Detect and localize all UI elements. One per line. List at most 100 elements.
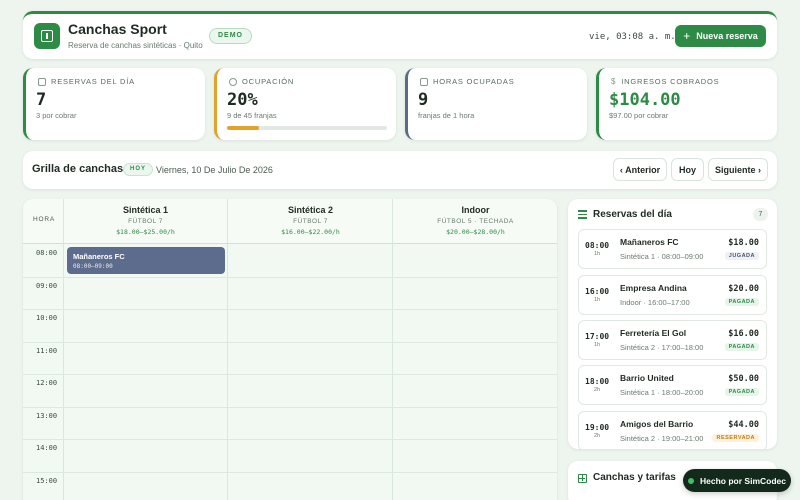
booking-slot[interactable]: Mañaneros FC 08:00–09:00 bbox=[67, 247, 225, 274]
hour-label: 08:00 bbox=[36, 249, 58, 257]
reservation-item[interactable]: 17:00 1h Ferretería El Gol Sintética 2 ·… bbox=[578, 320, 767, 360]
grid-title: Grilla de canchas bbox=[32, 163, 124, 175]
occupancy-progress-bar bbox=[227, 126, 387, 130]
reservation-price: $20.00 bbox=[728, 284, 759, 294]
court-rate: $18.00–$25.00/h bbox=[116, 228, 175, 236]
reservations-panel: Reservas del día 7 08:00 1h Mañaneros FC… bbox=[568, 199, 777, 449]
schedule-grid: HORA Sintética 1 FÚTBOL 7 $18.00–$25.00/… bbox=[23, 199, 557, 500]
reservation-name: Empresa Andina bbox=[620, 283, 687, 293]
reservation-duration: 1h bbox=[593, 251, 601, 257]
stat-label: INGRESOS COBRADOS bbox=[621, 77, 720, 86]
reservation-item[interactable]: 16:00 1h Empresa Andina Indoor · 16:00–1… bbox=[578, 275, 767, 315]
demo-badge: DEMO bbox=[209, 28, 252, 44]
court-type: FÚTBOL 7 bbox=[128, 218, 163, 225]
column-divider bbox=[392, 199, 393, 500]
grid-toolbar: Grilla de canchas HOY Viernes, 10 De Jul… bbox=[23, 151, 777, 189]
reservation-detail: Sintética 1 · 08:00–09:00 bbox=[620, 252, 704, 261]
hour-row-line bbox=[23, 277, 557, 278]
app-subtitle: Reserva de canchas sintéticas · Quito bbox=[68, 41, 203, 50]
hour-row-line bbox=[23, 342, 557, 343]
stat-label: RESERVAS DEL DÍA bbox=[51, 77, 135, 86]
new-reservation-label: Nueva reserva bbox=[696, 31, 758, 41]
new-reservation-button[interactable]: + Nueva reserva bbox=[675, 25, 766, 47]
next-day-button[interactable]: Siguiente › bbox=[708, 158, 768, 181]
plus-icon: + bbox=[683, 29, 691, 43]
stat-value: 20% bbox=[227, 90, 258, 110]
reservation-price: $44.00 bbox=[728, 420, 759, 430]
reservation-item[interactable]: 19:00 2h Amigos del Barrio Sintética 2 ·… bbox=[578, 411, 767, 449]
made-by-badge[interactable]: Hecho por SimCodec bbox=[683, 469, 791, 492]
column-divider bbox=[63, 199, 64, 500]
hour-row-line bbox=[23, 472, 557, 473]
stat-sub: 9 de 45 franjas bbox=[227, 111, 277, 120]
reservation-name: Ferretería El Gol bbox=[620, 328, 687, 338]
court-rate: $16.00–$22.00/h bbox=[281, 228, 340, 236]
court-name: Sintética 1 bbox=[122, 205, 169, 215]
app-title: Canchas Sport bbox=[68, 21, 167, 37]
reservation-status-badge: PAGADA bbox=[724, 343, 759, 351]
app-header: Canchas Sport Reserva de canchas sintéti… bbox=[23, 11, 777, 59]
hour-row-line bbox=[23, 407, 557, 408]
reservation-duration: 2h bbox=[593, 433, 601, 439]
hour-label: 15:00 bbox=[36, 477, 58, 485]
hour-row-line bbox=[23, 439, 557, 440]
stat-sub: franjas de 1 hora bbox=[418, 111, 475, 120]
clock: vie, 03:08 a. m. bbox=[589, 32, 676, 42]
reservation-price: $16.00 bbox=[728, 329, 759, 339]
calendar-icon bbox=[420, 77, 428, 86]
stat-value: 9 bbox=[418, 90, 429, 110]
stat-card-occupancy: OCUPACIÓN 20% 9 de 45 franjas bbox=[214, 68, 396, 140]
reservation-detail: Indoor · 16:00–17:00 bbox=[620, 298, 690, 307]
stat-card-income: $ INGRESOS COBRADOS $104.00 $97.00 por co… bbox=[596, 68, 777, 140]
reservation-time: 19:00 bbox=[585, 423, 610, 432]
reservations-count-badge: 7 bbox=[753, 208, 768, 221]
reservation-time: 17:00 bbox=[585, 332, 610, 341]
column-divider bbox=[227, 199, 228, 500]
previous-day-button[interactable]: ‹ Anterior bbox=[613, 158, 667, 181]
hour-row-line bbox=[23, 309, 557, 310]
today-button[interactable]: Hoy bbox=[671, 158, 704, 181]
hour-label: 09:00 bbox=[36, 282, 58, 290]
stat-value: $104.00 bbox=[609, 90, 681, 110]
stat-card-hours: HORAS OCUPADAS 9 franjas de 1 hora bbox=[405, 68, 587, 140]
hour-column-label: HORA bbox=[33, 216, 55, 223]
calendar-icon bbox=[38, 77, 46, 86]
courts-tariffs-title: Canchas y tarifas bbox=[593, 472, 676, 483]
court-name: Indoor bbox=[461, 205, 490, 215]
list-icon bbox=[578, 210, 587, 219]
stat-card-reservations: RESERVAS DEL DÍA 7 3 por cobrar bbox=[23, 68, 205, 140]
reservation-name: Barrio United bbox=[620, 373, 674, 383]
booking-slot-name: Mañaneros FC bbox=[73, 252, 125, 261]
reservation-time: 08:00 bbox=[585, 241, 610, 250]
occupancy-progress-fill bbox=[227, 126, 259, 130]
reservation-status-badge: JUGADA bbox=[724, 252, 759, 260]
reservation-name: Amigos del Barrio bbox=[620, 419, 694, 429]
reservation-time: 16:00 bbox=[585, 287, 610, 296]
hour-row-line bbox=[23, 374, 557, 375]
court-header-sintetica-1: Sintética 1 FÚTBOL 7 $18.00–$25.00/h bbox=[63, 199, 228, 244]
hour-label: 14:00 bbox=[36, 444, 58, 452]
reservation-detail: Sintética 2 · 19:00–21:00 bbox=[620, 434, 704, 443]
reservation-status-badge: PAGADA bbox=[724, 388, 759, 396]
schedule-header: HORA Sintética 1 FÚTBOL 7 $18.00–$25.00/… bbox=[23, 199, 557, 244]
reservation-detail: Sintética 1 · 18:00–20:00 bbox=[620, 388, 704, 397]
logo-icon bbox=[34, 23, 60, 49]
dollar-icon: $ bbox=[611, 77, 617, 86]
reservation-item[interactable]: 18:00 2h Barrio United Sintética 1 · 18:… bbox=[578, 365, 767, 405]
hour-label: 11:00 bbox=[36, 347, 58, 355]
stat-sub: 3 por cobrar bbox=[36, 111, 77, 120]
reservation-duration: 2h bbox=[593, 387, 601, 393]
reservation-item[interactable]: 08:00 1h Mañaneros FC Sintética 1 · 08:0… bbox=[578, 229, 767, 269]
reservation-duration: 1h bbox=[593, 297, 601, 303]
today-badge: HOY bbox=[123, 163, 154, 176]
reservation-detail: Sintética 2 · 17:00–18:00 bbox=[620, 343, 704, 352]
booking-slot-time: 08:00–09:00 bbox=[73, 263, 113, 270]
court-rate: $20.00–$28.00/h bbox=[446, 228, 505, 236]
stat-label: HORAS OCUPADAS bbox=[433, 77, 515, 86]
hour-label: 10:00 bbox=[36, 314, 58, 322]
court-header-indoor: Indoor FÚTBOL 5 · TECHADA $20.00–$28.00/… bbox=[393, 199, 557, 244]
court-type: FÚTBOL 7 bbox=[293, 218, 328, 225]
stat-value: 7 bbox=[36, 90, 47, 110]
made-by-label: Hecho por SimCodec bbox=[700, 475, 786, 486]
reservation-status-badge: RESERVADA bbox=[712, 434, 759, 442]
